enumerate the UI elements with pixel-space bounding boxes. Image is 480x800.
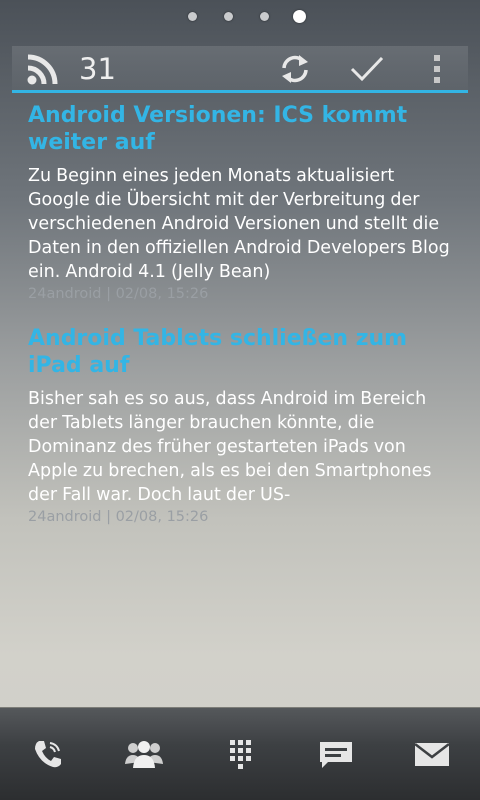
article-meta: 24android | 02/08, 15:26	[28, 509, 209, 525]
email-icon[interactable]	[412, 738, 452, 770]
news-reader-widget: 31 Android Versionen: ICS kommt weiter a…	[12, 46, 468, 525]
page-dot-2[interactable]	[224, 12, 233, 21]
page-dot-3[interactable]	[260, 12, 269, 21]
header-accent-line	[12, 90, 468, 93]
article-title[interactable]: Android Versionen: ICS kommt weiter auf	[28, 102, 458, 156]
article-summary: Zu Beginn eines jeden Monats aktualisier…	[28, 166, 450, 282]
mark-read-check-icon[interactable]	[349, 54, 385, 84]
article-summary: Bisher sah es so aus, dass Android im Be…	[28, 389, 432, 505]
rss-icon[interactable]	[27, 53, 63, 85]
dialpad-icon[interactable]	[220, 738, 260, 770]
contacts-icon[interactable]	[124, 738, 164, 770]
article-item[interactable]: Android Versionen: ICS kommt weiter auf …	[28, 102, 458, 304]
article-title[interactable]: Android Tablets schließen zum iPad auf	[28, 325, 458, 379]
refresh-icon[interactable]	[278, 52, 312, 86]
phone-icon[interactable]	[28, 738, 68, 770]
page-dot-1[interactable]	[188, 12, 197, 21]
page-dot-active[interactable]	[293, 10, 306, 23]
overflow-menu-icon[interactable]	[430, 54, 444, 84]
unread-count: 31	[79, 52, 116, 86]
article-meta: 24android | 02/08, 15:26	[28, 286, 209, 302]
article-item[interactable]: Android Tablets schließen zum iPad auf B…	[28, 325, 458, 527]
page-indicator	[0, 8, 480, 26]
app-dock	[0, 708, 480, 800]
widget-header: 31	[12, 46, 468, 90]
messaging-icon[interactable]	[316, 738, 356, 770]
